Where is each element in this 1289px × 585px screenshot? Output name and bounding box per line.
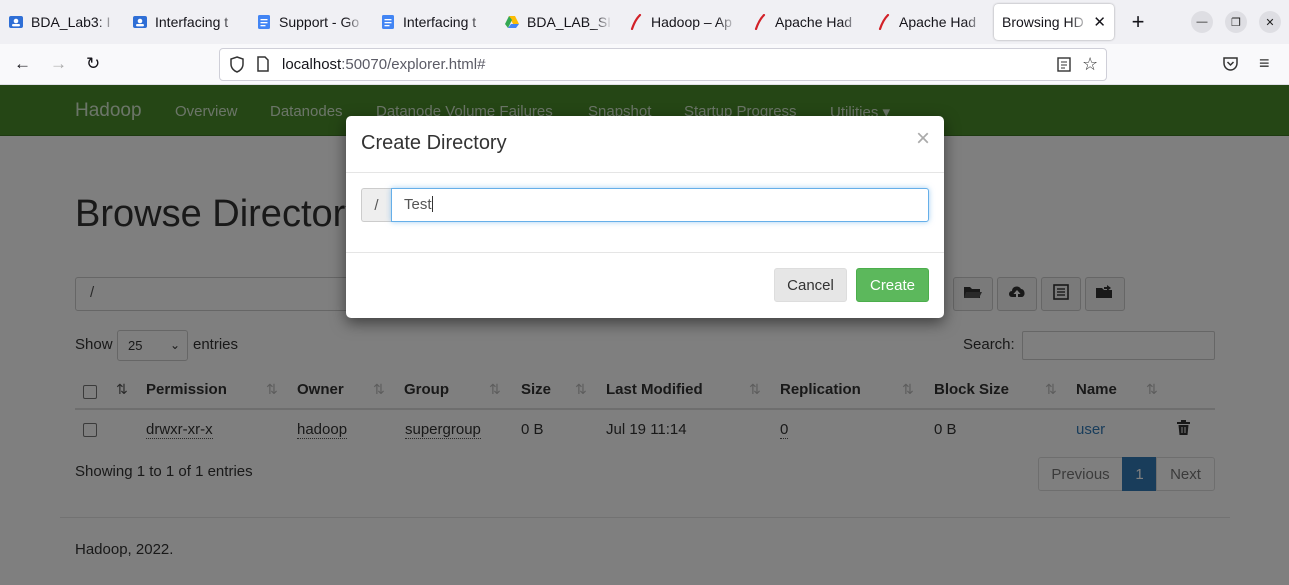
- tab-title: Browsing HD: [1002, 14, 1084, 30]
- classroom-icon: [132, 14, 148, 30]
- apache-feather-icon: [752, 14, 768, 30]
- reader-view-icon[interactable]: [1056, 56, 1072, 78]
- cancel-button[interactable]: Cancel: [774, 268, 847, 302]
- browser-toolbar: ← → ↻ localhost:50070/explorer.html# ☆ ≡: [0, 44, 1289, 85]
- tab-title: Support - Go: [279, 14, 360, 30]
- text-cursor: [431, 196, 433, 212]
- url-bar[interactable]: localhost:50070/explorer.html# ☆: [219, 48, 1107, 81]
- page-icon: [256, 56, 270, 78]
- tab-title: BDA_LAB_SI: [527, 14, 612, 30]
- tab-browsing-hdfs[interactable]: Browsing HD ✕: [994, 4, 1114, 40]
- close-window-icon[interactable]: ✕: [1259, 11, 1281, 33]
- path-prefix: /: [361, 188, 391, 222]
- tab-title: Apache Had: [775, 14, 853, 30]
- tab-hadoop-ap[interactable]: Hadoop – Ap: [620, 4, 744, 40]
- new-tab-button[interactable]: +: [1120, 9, 1156, 35]
- tab-title: Hadoop – Ap: [651, 14, 732, 30]
- tab-bda-lab3[interactable]: BDA_Lab3: I: [0, 4, 124, 40]
- apache-feather-icon: [876, 14, 892, 30]
- shield-icon[interactable]: [229, 56, 245, 78]
- classroom-icon: [8, 14, 24, 30]
- url-host: localhost: [282, 56, 342, 73]
- url-path: :50070/explorer.html#: [341, 56, 486, 73]
- minimize-icon[interactable]: —: [1191, 11, 1213, 33]
- url-text: localhost:50070/explorer.html#: [282, 56, 485, 73]
- tab-title: Apache Had: [899, 14, 977, 30]
- menu-hamburger-icon[interactable]: ≡: [1259, 53, 1270, 74]
- tab-title: Interfacing t: [403, 14, 477, 30]
- tab-title: BDA_Lab3: I: [31, 14, 111, 30]
- bookmark-star-icon[interactable]: ☆: [1082, 54, 1098, 75]
- docs-icon: [380, 14, 396, 30]
- modal-footer-divider: [346, 252, 944, 253]
- create-button[interactable]: Create: [856, 268, 929, 302]
- browser-tab-bar: BDA_Lab3: I Interfacing t Support - Go I…: [0, 0, 1289, 44]
- tab-apache-had-2[interactable]: Apache Had: [868, 4, 992, 40]
- modal-header-divider: [346, 172, 944, 173]
- modal-title: Create Directory: [361, 132, 507, 154]
- pocket-icon[interactable]: [1222, 55, 1239, 77]
- forward-arrow-icon[interactable]: →: [50, 54, 67, 74]
- close-tab-icon[interactable]: ✕: [1093, 13, 1106, 31]
- reload-icon[interactable]: ↻: [86, 54, 100, 74]
- tab-title: Interfacing t: [155, 14, 229, 30]
- window-controls: — ❐ ✕: [1191, 11, 1281, 33]
- docs-icon: [256, 14, 272, 30]
- create-directory-dialog: Create Directory × / Test Cancel Create: [346, 116, 944, 318]
- directory-name-value: Test: [404, 196, 432, 213]
- drive-icon: [504, 14, 520, 30]
- tab-interfacing-1[interactable]: Interfacing t: [124, 4, 248, 40]
- tab-apache-had-1[interactable]: Apache Had: [744, 4, 868, 40]
- tab-bda-lab-si[interactable]: BDA_LAB_SI: [496, 4, 620, 40]
- tab-interfacing-2[interactable]: Interfacing t: [372, 4, 496, 40]
- close-icon[interactable]: ×: [916, 127, 930, 151]
- back-arrow-icon[interactable]: ←: [14, 54, 31, 74]
- apache-feather-icon: [628, 14, 644, 30]
- tab-support[interactable]: Support - Go: [248, 4, 372, 40]
- directory-name-input[interactable]: Test: [391, 188, 929, 222]
- restore-icon[interactable]: ❐: [1225, 11, 1247, 33]
